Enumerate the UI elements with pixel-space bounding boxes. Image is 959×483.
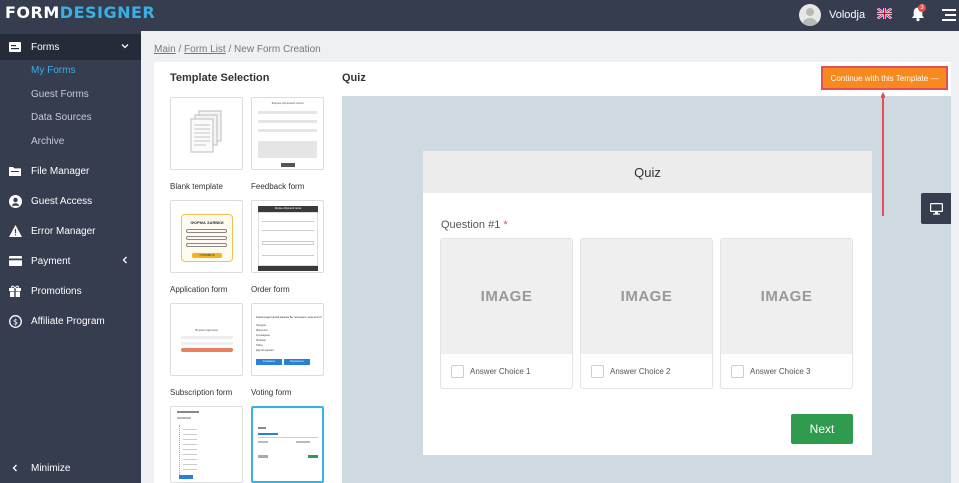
notification-badge: 3 [918, 4, 926, 12]
top-bar: FORMDESIGNER Volodja 3 [0, 0, 959, 31]
template-name-feedback: Feedback form [251, 182, 305, 191]
breadcrumb-separator: / [178, 44, 182, 55]
folder-icon [8, 164, 22, 178]
annotation-arrow [881, 92, 885, 216]
template-thumb-feedback[interactable]: Форма обратной связи [251, 97, 324, 170]
sidebar-subitem-guest-forms[interactable]: Guest Forms [31, 89, 89, 100]
logo-text-designer: DESIGNER [59, 3, 156, 22]
chevron-left-icon [122, 256, 127, 264]
image-placeholder: IMAGE [441, 239, 572, 354]
continue-with-template-button[interactable]: Continue with this Template — [821, 66, 948, 90]
answer-label: Answer Choice 2 [610, 367, 671, 376]
svg-text:$: $ [12, 317, 17, 326]
answer-choice-card[interactable]: IMAGE Answer Choice 1 [440, 238, 573, 389]
uk-flag-icon[interactable] [877, 8, 892, 19]
preview-label: Quiz [342, 72, 366, 84]
chevron-down-icon [121, 44, 129, 49]
sidebar-item-payment[interactable]: Payment [0, 248, 141, 274]
mini-voting-other: Другой вариант [256, 349, 275, 352]
breadcrumb-form-list[interactable]: Form List [184, 44, 226, 55]
breadcrumb: Main / Form List / New Form Creation [154, 44, 321, 55]
template-thumb-subscription[interactable]: Форма подписки [170, 303, 243, 376]
sidebar-item-label: Affiliate Program [31, 315, 105, 327]
sidebar-item-guest-access[interactable]: Guest Access [0, 188, 141, 214]
mini-feedback-title: Форма обратной связи [271, 101, 304, 105]
gift-icon [8, 284, 22, 298]
mini-subscribe-title: Форма подписки [195, 328, 218, 332]
sidebar-subitem-archive[interactable]: Archive [31, 136, 64, 147]
sidebar-item-label: File Manager [31, 165, 90, 177]
required-mark: * [503, 219, 508, 231]
sidebar-item-promotions[interactable]: Promotions [0, 278, 141, 304]
avatar [799, 4, 821, 26]
answer-label: Answer Choice 1 [470, 367, 531, 376]
template-name-voting: Voting form [251, 388, 292, 397]
mini-voting-question: Какой кондитерский магазин Вы посещаете … [256, 316, 322, 319]
template-thumb-voting[interactable]: Какой кондитерский магазин Вы посещаете … [251, 303, 324, 376]
template-thumb-7[interactable] [170, 406, 243, 483]
app-logo[interactable]: FORMDESIGNER [5, 5, 155, 21]
logo-text-form: FORM [5, 3, 60, 22]
template-name-blank: Blank template [170, 182, 223, 191]
sidebar-subitem-my-forms[interactable]: My Forms [31, 65, 75, 76]
minimize-label: Minimize [31, 462, 71, 474]
dollar-icon: $ [8, 314, 22, 328]
chevron-left-icon [8, 461, 22, 475]
mini-application-button: ОТПРАВИТЬ [192, 253, 222, 258]
sidebar-item-forms[interactable]: Forms [0, 34, 141, 60]
image-placeholder: IMAGE [721, 239, 852, 354]
template-name-application: Application form [170, 285, 228, 294]
question-text: Question #1 [441, 219, 501, 231]
sidebar-item-label: Forms [31, 41, 60, 53]
template-thumb-order[interactable]: Форма обратной связи [251, 200, 324, 273]
answer-choice-card[interactable]: IMAGE Answer Choice 2 [580, 238, 713, 389]
question-label: Question #1 * [441, 219, 508, 231]
mini-voting-results: Результаты [284, 359, 310, 365]
sidebar-item-label: Payment [31, 255, 71, 267]
sidebar-item-label: Promotions [31, 285, 82, 297]
sidebar-item-error-manager[interactable]: Error Manager [0, 218, 141, 244]
warning-icon [8, 224, 22, 238]
answer-checkbox[interactable] [591, 365, 604, 378]
sidebar-item-file-manager[interactable]: File Manager [0, 158, 141, 184]
template-name-order: Order form [251, 285, 290, 294]
answer-label: Answer Choice 3 [750, 367, 811, 376]
template-name-subscription: Subscription form [170, 388, 233, 397]
desktop-view-toggle[interactable] [921, 193, 951, 224]
sidebar-item-label: Guest Access [31, 195, 93, 207]
mini-voting-options: Пекарня Магнолия Кулинарная Shokolat Tof… [256, 323, 274, 353]
template-thumb-quiz[interactable] [251, 406, 324, 483]
template-thumb-blank[interactable] [170, 97, 243, 170]
card-icon [8, 254, 22, 268]
image-placeholder: IMAGE [581, 239, 712, 354]
mini-application-title: ФОРМА ЗАЯВКИ [190, 220, 224, 225]
breadcrumb-separator: / [228, 44, 232, 55]
answer-choice-card[interactable]: IMAGE Answer Choice 3 [720, 238, 853, 389]
sidebar-subitem-data-sources[interactable]: Data Sources [31, 112, 92, 123]
answer-checkbox[interactable] [731, 365, 744, 378]
user-circle-icon [8, 194, 22, 208]
quiz-title: Quiz [423, 151, 872, 193]
user-name: Volodja [829, 9, 866, 21]
breadcrumb-main[interactable]: Main [154, 44, 176, 55]
sidebar-item-label: Error Manager [31, 225, 96, 237]
form-icon [8, 40, 22, 54]
template-thumb-application[interactable]: ФОРМА ЗАЯВКИ ОТПРАВИТЬ [170, 200, 243, 273]
document-stack-icon [190, 110, 222, 153]
answer-checkbox[interactable] [451, 365, 464, 378]
mini-voting-submit: Отправить [256, 359, 282, 365]
monitor-icon [929, 202, 943, 215]
hamburger-menu-icon[interactable] [942, 9, 956, 21]
app-root: FORMDESIGNER Volodja 3 Forms My Forms Gu… [0, 0, 959, 483]
breadcrumb-current: New Form Creation [234, 44, 321, 55]
next-button[interactable]: Next [791, 414, 853, 444]
sidebar-minimize[interactable]: Minimize [0, 455, 141, 481]
user-menu[interactable]: Volodja [799, 3, 865, 27]
template-selection-title: Template Selection [170, 72, 270, 84]
sidebar-item-affiliate-program[interactable]: $ Affiliate Program [0, 308, 141, 334]
